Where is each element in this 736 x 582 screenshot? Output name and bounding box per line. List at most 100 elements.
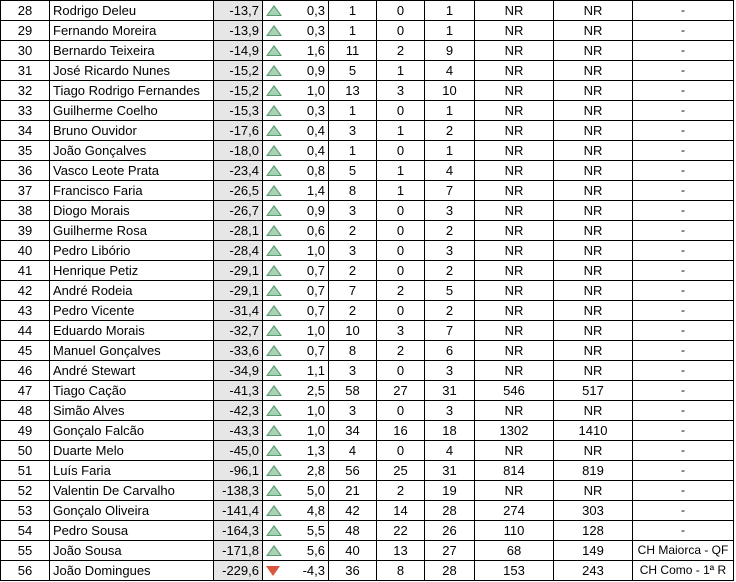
rank-cell[interactable]: 37 [0,180,50,201]
score-cell[interactable]: -23,4 [213,160,263,181]
stat-cell-1[interactable]: 42 [328,500,377,521]
delta-cell[interactable]: 0,7 [262,260,329,281]
stat-cell-3[interactable]: 4 [424,440,475,461]
stat-cell-1[interactable]: 13 [328,80,377,101]
rank-cell[interactable]: 34 [0,120,50,141]
player-name-cell[interactable]: Gonçalo Falcão [49,420,214,441]
score-cell[interactable]: -17,6 [213,120,263,141]
stat-cell-2[interactable]: 8 [376,560,425,581]
player-name-cell[interactable]: Duarte Melo [49,440,214,461]
ranking-cell-2[interactable]: NR [553,220,633,241]
stat-cell-2[interactable]: 0 [376,20,425,41]
player-name-cell[interactable]: Eduardo Morais [49,320,214,341]
stat-cell-2[interactable]: 16 [376,420,425,441]
ranking-cell-1[interactable]: NR [474,160,554,181]
ranking-cell-1[interactable]: NR [474,440,554,461]
rank-cell[interactable]: 49 [0,420,50,441]
player-name-cell[interactable]: Francisco Faria [49,180,214,201]
stat-cell-2[interactable]: 0 [376,0,425,21]
player-name-cell[interactable]: Tiago Rodrigo Fernandes [49,80,214,101]
rank-cell[interactable]: 31 [0,60,50,81]
stat-cell-1[interactable]: 3 [328,360,377,381]
ranking-cell-1[interactable]: 274 [474,500,554,521]
ranking-cell-1[interactable]: 68 [474,540,554,561]
ranking-cell-1[interactable]: 1302 [474,420,554,441]
ranking-cell-2[interactable]: NR [553,440,633,461]
score-cell[interactable]: -229,6 [213,560,263,581]
ranking-cell-2[interactable]: 128 [553,520,633,541]
ranking-cell-1[interactable]: NR [474,60,554,81]
delta-cell[interactable]: 0,4 [262,140,329,161]
note-cell[interactable]: - [632,320,734,341]
rank-cell[interactable]: 44 [0,320,50,341]
ranking-cell-1[interactable]: NR [474,280,554,301]
stat-cell-3[interactable]: 3 [424,200,475,221]
delta-cell[interactable]: 0,7 [262,300,329,321]
stat-cell-2[interactable]: 2 [376,480,425,501]
ranking-cell-1[interactable]: NR [474,220,554,241]
ranking-cell-1[interactable]: NR [474,100,554,121]
stat-cell-2[interactable]: 27 [376,380,425,401]
rank-cell[interactable]: 39 [0,220,50,241]
player-name-cell[interactable]: João Gonçalves [49,140,214,161]
stat-cell-1[interactable]: 40 [328,540,377,561]
note-cell[interactable]: - [632,200,734,221]
stat-cell-3[interactable]: 6 [424,340,475,361]
stat-cell-3[interactable]: 7 [424,180,475,201]
delta-cell[interactable]: 2,8 [262,460,329,481]
ranking-cell-1[interactable]: NR [474,40,554,61]
ranking-cell-2[interactable]: NR [553,320,633,341]
player-name-cell[interactable]: João Sousa [49,540,214,561]
ranking-cell-1[interactable]: NR [474,0,554,21]
player-name-cell[interactable]: Tiago Cação [49,380,214,401]
rank-cell[interactable]: 55 [0,540,50,561]
ranking-cell-2[interactable]: 819 [553,460,633,481]
score-cell[interactable]: -31,4 [213,300,263,321]
score-cell[interactable]: -33,6 [213,340,263,361]
rank-cell[interactable]: 50 [0,440,50,461]
note-cell[interactable]: CH Maiorca - QF [632,540,734,561]
player-name-cell[interactable]: Gonçalo Oliveira [49,500,214,521]
delta-cell[interactable]: 5,5 [262,520,329,541]
ranking-cell-2[interactable]: NR [553,340,633,361]
note-cell[interactable]: - [632,340,734,361]
delta-cell[interactable]: 1,0 [262,420,329,441]
stat-cell-3[interactable]: 28 [424,560,475,581]
stat-cell-3[interactable]: 2 [424,300,475,321]
stat-cell-2[interactable]: 22 [376,520,425,541]
stat-cell-1[interactable]: 8 [328,340,377,361]
player-name-cell[interactable]: Rodrigo Deleu [49,0,214,21]
note-cell[interactable]: - [632,60,734,81]
stat-cell-1[interactable]: 2 [328,300,377,321]
ranking-cell-1[interactable]: NR [474,320,554,341]
ranking-cell-2[interactable]: 517 [553,380,633,401]
stat-cell-1[interactable]: 1 [328,140,377,161]
note-cell[interactable]: - [632,40,734,61]
stat-cell-1[interactable]: 8 [328,180,377,201]
note-cell[interactable]: - [632,400,734,421]
stat-cell-3[interactable]: 26 [424,520,475,541]
note-cell[interactable]: - [632,80,734,101]
rank-cell[interactable]: 42 [0,280,50,301]
note-cell[interactable]: - [632,180,734,201]
stat-cell-1[interactable]: 21 [328,480,377,501]
player-name-cell[interactable]: Guilherme Coelho [49,100,214,121]
player-name-cell[interactable]: Manuel Gonçalves [49,340,214,361]
score-cell[interactable]: -13,7 [213,0,263,21]
delta-cell[interactable]: 1,1 [262,360,329,381]
stat-cell-2[interactable]: 2 [376,40,425,61]
stat-cell-2[interactable]: 0 [376,360,425,381]
ranking-cell-2[interactable]: NR [553,180,633,201]
ranking-cell-1[interactable]: NR [474,360,554,381]
delta-cell[interactable]: 0,7 [262,280,329,301]
ranking-cell-1[interactable]: NR [474,340,554,361]
ranking-cell-2[interactable]: NR [553,140,633,161]
score-cell[interactable]: -29,1 [213,280,263,301]
ranking-cell-1[interactable]: 110 [474,520,554,541]
stat-cell-2[interactable]: 1 [376,180,425,201]
stat-cell-1[interactable]: 1 [328,100,377,121]
stat-cell-2[interactable]: 2 [376,280,425,301]
ranking-cell-1[interactable]: NR [474,80,554,101]
rank-cell[interactable]: 38 [0,200,50,221]
stat-cell-3[interactable]: 3 [424,240,475,261]
